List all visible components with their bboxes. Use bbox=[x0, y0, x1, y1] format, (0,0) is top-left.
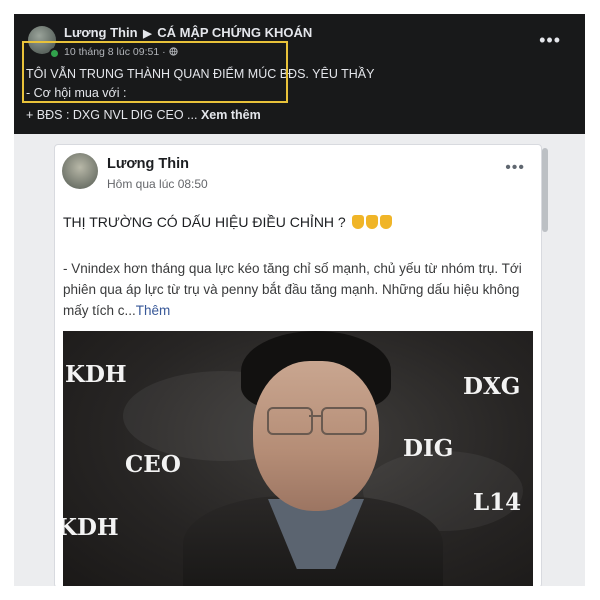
glasses-left-lens bbox=[267, 407, 313, 435]
shared-post-card: Lương Thin Hôm qua lúc 08:50 ••• THỊ TRƯ… bbox=[54, 144, 542, 586]
shared-post-headline: THỊ TRƯỜNG CÓ DẤU HIỆU ĐIỀU CHỈNH ? bbox=[63, 214, 392, 230]
more-options-icon[interactable]: ••• bbox=[539, 30, 561, 51]
see-more-link[interactable]: Thêm bbox=[136, 303, 171, 318]
scrollbar-thumb[interactable] bbox=[542, 148, 548, 232]
screenshot-frame: Lương Thin ▶ CÁ MẬP CHỨNG KHOÁN 10 tháng… bbox=[14, 14, 585, 586]
image-label-kdh: KDH bbox=[65, 361, 127, 388]
group-separator-icon: ▶ bbox=[143, 28, 152, 40]
post-text-line-3-content: + BĐS : DXG NVL DIG CEO ... bbox=[26, 108, 198, 122]
group-name[interactable]: CÁ MẬP CHỨNG KHOÁN bbox=[157, 25, 312, 40]
pointing-down-hand-emoji-icon bbox=[351, 215, 364, 229]
headline-text: THỊ TRƯỜNG CÓ DẤU HIỆU ĐIỀU CHỈNH ? bbox=[63, 214, 346, 230]
person-face bbox=[253, 361, 379, 511]
post-text-line-3: + BĐS : DXG NVL DIG CEO ... Xem thêm bbox=[26, 108, 261, 122]
shared-post-body: - Vnindex hơn tháng qua lực kéo tăng chỉ… bbox=[63, 258, 533, 321]
image-label-l14: L14 bbox=[473, 489, 522, 516]
shared-author-avatar[interactable] bbox=[62, 153, 98, 189]
shared-author-name[interactable]: Lương Thin bbox=[107, 156, 189, 172]
shared-more-options-icon[interactable]: ••• bbox=[505, 159, 525, 177]
highlight-annotation-box bbox=[22, 41, 288, 103]
pointing-down-hand-emoji-icon bbox=[379, 215, 392, 229]
author-name[interactable]: Lương Thin bbox=[64, 25, 138, 40]
image-label-dxg: DXG bbox=[463, 373, 521, 400]
shared-post-timestamp[interactable]: Hôm qua lúc 08:50 bbox=[107, 177, 208, 191]
body-text: - Vnindex hơn tháng qua lực kéo tăng chỉ… bbox=[63, 261, 522, 318]
image-label-ceo: CEO bbox=[125, 451, 181, 478]
see-more-link[interactable]: Xem thêm bbox=[201, 108, 261, 122]
glasses-bridge bbox=[309, 415, 321, 417]
post-header: Lương Thin ▶ CÁ MẬP CHỨNG KHOÁN bbox=[64, 25, 312, 40]
pointing-down-hand-emoji-icon bbox=[365, 215, 378, 229]
glasses-right-lens bbox=[321, 407, 367, 435]
post-image[interactable]: KDH DXG CEO DIG L14 KDH bbox=[63, 331, 533, 586]
image-label-dig: DIG bbox=[403, 435, 454, 462]
image-label-kdh-bottom: KDH bbox=[63, 514, 119, 541]
shared-screenshot-area: Lương Thin Hôm qua lúc 08:50 ••• THỊ TRƯ… bbox=[14, 134, 585, 586]
